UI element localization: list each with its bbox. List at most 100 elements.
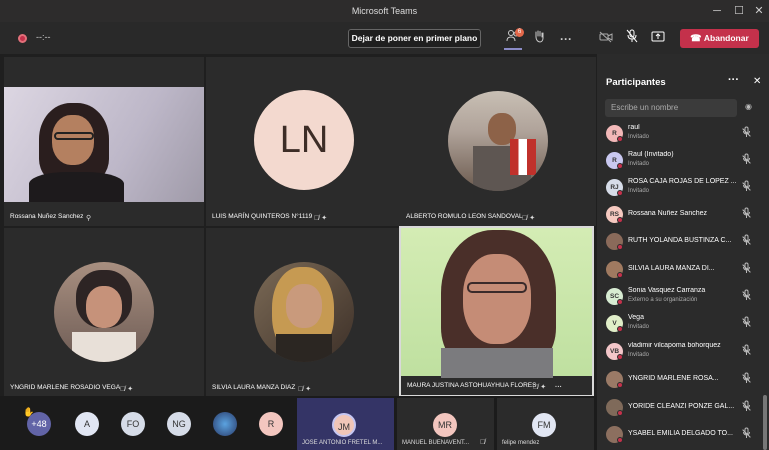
window-title: Microsoft Teams: [351, 6, 418, 16]
scrollbar[interactable]: [763, 395, 767, 450]
mic-off-icon[interactable]: [740, 126, 752, 140]
presence-dot: [617, 410, 623, 416]
leave-label: Abandonar: [703, 33, 749, 43]
presence-dot: [617, 299, 623, 305]
strip-avatar: JM: [332, 413, 356, 437]
tile-name: ALBERTO ROMULO LEON SANDOVAL: [406, 213, 523, 220]
video-stage: Rossana Nuñez Sanchez ⚲ LN LUIS MARÍN QU…: [0, 54, 597, 397]
more-options-icon[interactable]: ···: [556, 29, 576, 49]
participant-row[interactable]: RJ ROSA CAJA ROJAS DE LOPEZ ... Invitado: [597, 174, 769, 201]
participant-face: [52, 115, 94, 165]
leave-button[interactable]: ☎ Abandonar: [680, 29, 759, 48]
tile-more-button[interactable]: ···: [555, 384, 562, 391]
participant-row[interactable]: SC Sonia Vasquez Carranza Externo a su org…: [597, 283, 769, 310]
mic-off-icon[interactable]: [740, 262, 752, 276]
presence-dot: [617, 326, 623, 332]
panel-more-button[interactable]: ···: [728, 74, 739, 86]
participant-name: Rossana Nuñez Sanchez: [628, 210, 707, 217]
mic-off-icon[interactable]: [740, 234, 752, 248]
participant-name: YORIDE CLEANZI PONZE GAL...: [628, 403, 735, 410]
mic-off-icon[interactable]: [740, 344, 752, 358]
participant-name: raul: [628, 124, 640, 131]
photo-tile[interactable]: ALBERTO ROMULO LEON SANDOVAL 🎙̸ ✦: [400, 57, 596, 226]
participant-role: Externo a su organización: [628, 297, 698, 303]
unpin-button[interactable]: Dejar de poner en primer plano: [348, 29, 481, 48]
presence-dot: [617, 272, 623, 278]
video-feed: [401, 228, 592, 378]
participant-search-input[interactable]: Escribe un nombre: [605, 99, 737, 117]
presence-dot: [617, 244, 623, 250]
strip-avatar[interactable]: A: [75, 412, 99, 436]
mic-off-icon[interactable]: [740, 153, 752, 167]
eye-icon[interactable]: ◉: [745, 102, 752, 111]
flag: [510, 139, 536, 175]
mic-off-icon: 🎙̸: [480, 439, 486, 446]
participant-row[interactable]: R Raul (Invitado) Invitado: [597, 147, 769, 174]
mic-off-icon: 🎙̸ ✦: [120, 386, 134, 393]
active-speaker-tile[interactable]: MAURA JUSTINA ASTOHUAYHUA FLORES 🎙̸ ✦ ··…: [399, 226, 594, 397]
strip-name: JOSE ANTONIO FRETEL M...: [302, 440, 383, 446]
active-indicator: [504, 48, 522, 50]
panel-title: Participantes: [606, 77, 666, 88]
participant-row[interactable]: RS Rossana Nuñez Sanchez: [597, 201, 769, 228]
mic-off-icon[interactable]: [740, 427, 752, 441]
video-feed: [4, 87, 204, 202]
participant-name: YNGRID MARLENE ROSA...: [628, 375, 719, 382]
strip-avatar[interactable]: NG: [167, 412, 191, 436]
strip-avatar: MR: [433, 413, 457, 437]
participant-role: Invitado: [628, 134, 650, 140]
tile-name: YNGRID MARLENE ROSADIO VEGA: [10, 384, 121, 391]
strip-avatar[interactable]: FO: [121, 412, 145, 436]
participant-row[interactable]: Rraul Invitado: [597, 120, 769, 147]
mic-off-icon[interactable]: [740, 316, 752, 330]
mic-off-icon: 🎙̸ ✦: [522, 215, 536, 222]
participant-role: Invitado: [628, 324, 650, 330]
presence-dot: [617, 382, 623, 388]
participant-avatar: LN: [254, 90, 354, 190]
presence-dot: [617, 136, 623, 142]
record-icon: [18, 34, 27, 43]
strip-avatar-photo[interactable]: [213, 412, 237, 436]
raise-hand-icon: ✋: [23, 407, 35, 417]
participant-row[interactable]: YORIDE CLEANZI PONZE GAL...: [597, 394, 769, 421]
title-bar: Microsoft Teams: [0, 0, 769, 22]
panel-close-button[interactable]: ✕: [753, 76, 761, 87]
photo-tile[interactable]: SILVIA LAURA MANZA DIAZ 🎙̸ ✦: [206, 228, 402, 397]
strip-avatar[interactable]: R: [259, 412, 283, 436]
participant-row[interactable]: YNGRID MARLENE ROSA...: [597, 366, 769, 393]
strip-name: felipe mendez: [502, 440, 540, 446]
minimize-button[interactable]: ─: [705, 0, 729, 22]
mic-off-icon: 🎙̸ ✦: [533, 384, 547, 391]
participant-name: ROSA CAJA ROJAS DE LOPEZ ...: [628, 178, 736, 185]
mic-off-icon[interactable]: [622, 29, 642, 49]
tile-name: MAURA JUSTINA ASTOHUAYHUA FLORES: [407, 382, 537, 389]
mic-off-icon[interactable]: [740, 207, 752, 221]
participant-photo: [54, 262, 154, 362]
mic-off-icon[interactable]: [740, 372, 752, 386]
participant-row[interactable]: V Vega Invitado: [597, 310, 769, 337]
photo-tile[interactable]: YNGRID MARLENE ROSADIO VEGA 🎙̸ ✦: [4, 228, 204, 397]
participant-name: SILVIA LAURA MANZA DI...: [628, 265, 715, 272]
mic-off-icon[interactable]: [740, 289, 752, 303]
presence-dot: [617, 190, 623, 196]
pinned-icon: ⚲: [86, 215, 92, 222]
avatar-tile[interactable]: LN LUIS MARÍN QUINTEROS N°1119 🎙̸ ✦: [206, 57, 402, 226]
mic-off-icon[interactable]: [740, 400, 752, 414]
hang-up-icon: ☎: [690, 33, 704, 43]
close-window-button[interactable]: ✕: [747, 0, 769, 22]
camera-off-icon[interactable]: [596, 29, 616, 49]
participant-row[interactable]: VB vladimir vilcapoma bohorquez Invitado: [597, 338, 769, 365]
participant-row[interactable]: YSABEL EMILIA DELGADO TO...: [597, 421, 769, 448]
raise-hand-icon[interactable]: [529, 29, 549, 49]
participant-row[interactable]: SILVIA LAURA MANZA DI...: [597, 256, 769, 283]
mic-off-icon[interactable]: [740, 180, 752, 194]
video-tile[interactable]: Rossana Nuñez Sanchez ⚲: [4, 57, 204, 226]
presence-dot: [617, 354, 623, 360]
presence-dot: [617, 163, 623, 169]
participant-row[interactable]: RUTH YOLANDA BUSTINZA C...: [597, 228, 769, 255]
participant-role: Invitado: [628, 188, 650, 194]
participant-role: Invitado: [628, 352, 650, 358]
participant-name: Raul (Invitado): [628, 151, 674, 158]
share-screen-icon[interactable]: [648, 29, 668, 49]
meeting-timer: --:--: [36, 32, 51, 42]
